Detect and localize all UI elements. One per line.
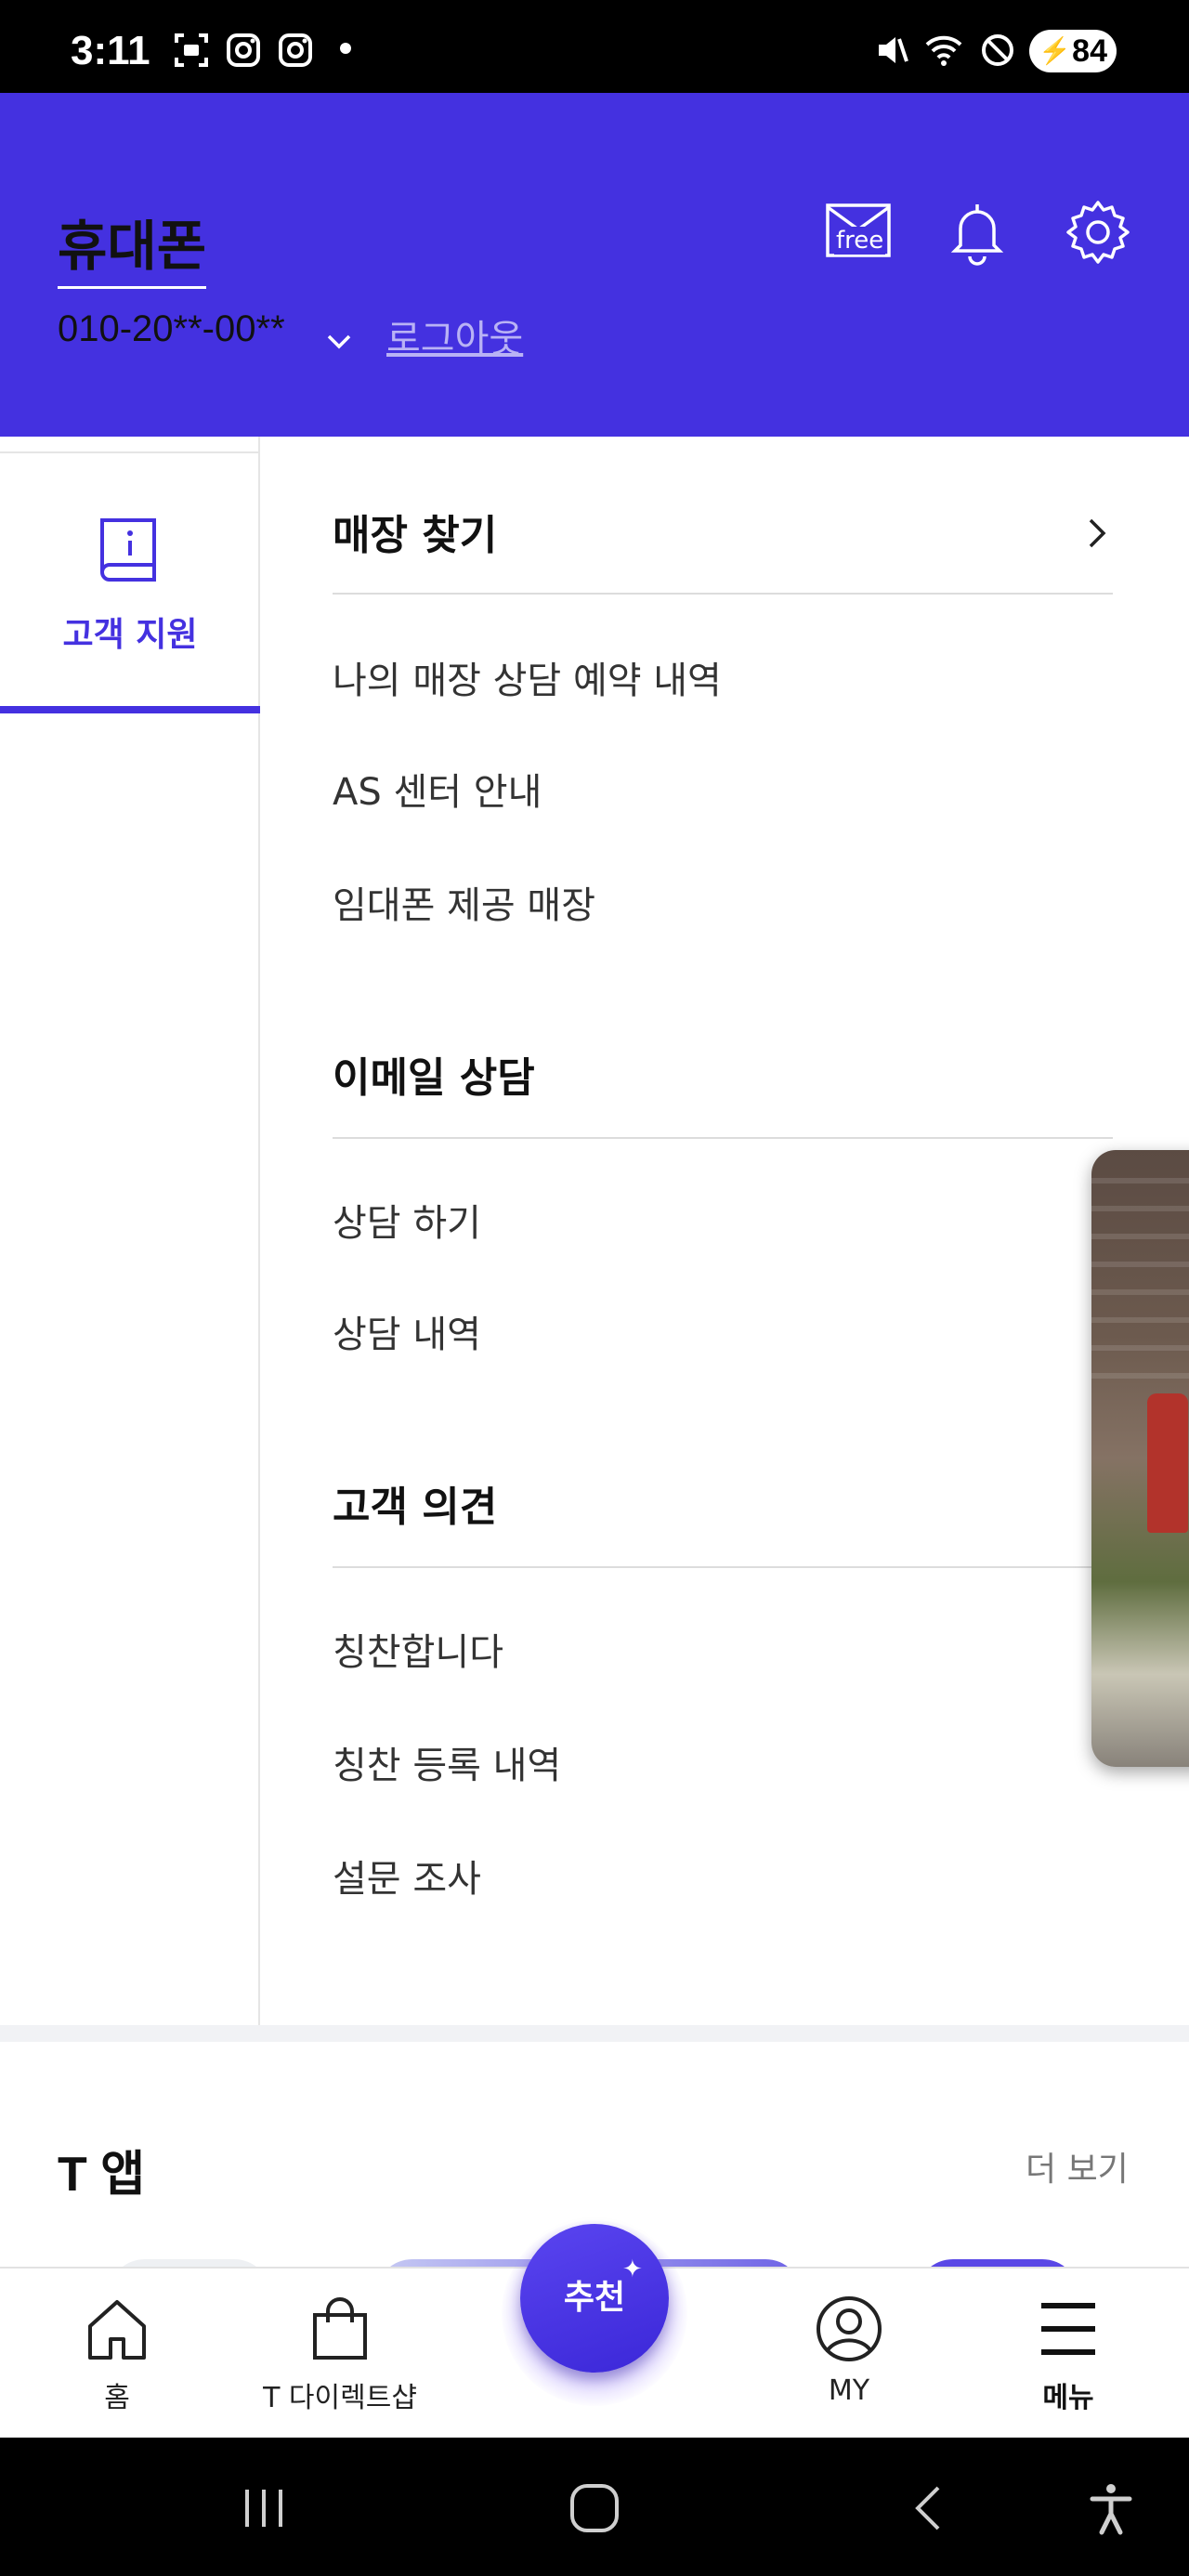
floating-video-thumbnail[interactable] xyxy=(1091,1150,1189,1767)
chevron-down-icon[interactable] xyxy=(323,325,355,357)
menu-item-as-center[interactable]: AS 센터 안내 xyxy=(333,762,542,816)
nav-my-label: MY xyxy=(828,2374,870,2407)
section-title-email-consultation: 이메일 상담 xyxy=(333,1054,535,1102)
sidebar-item-label: 고객 지원 xyxy=(62,616,198,654)
hamburger-menu-icon xyxy=(1041,2303,1095,2355)
section-spacer xyxy=(0,2025,1189,2042)
t-app-title: T 앱 xyxy=(58,2148,146,2202)
home-button-icon[interactable] xyxy=(567,2480,622,2536)
menu-item-compliment[interactable]: 칭찬합니다 xyxy=(333,1622,503,1676)
section-title-customer-feedback: 고객 의견 xyxy=(333,1484,498,1531)
sidebar-item-customer-support[interactable]: 고객 지원 xyxy=(0,483,260,713)
section-divider xyxy=(333,1137,1113,1139)
nav-home[interactable]: 홈 xyxy=(24,2295,210,2415)
book-info-icon xyxy=(100,518,156,582)
menu-item-loaner-phone-stores[interactable]: 임대폰 제공 매장 xyxy=(333,875,595,929)
page-title[interactable]: 휴대폰 xyxy=(58,203,207,289)
section-title-store-finder[interactable]: 매장 찾기 xyxy=(333,502,497,561)
nav-direct-shop-label: T 다이렉트샵 xyxy=(263,2382,417,2414)
gear-icon[interactable] xyxy=(1063,197,1133,268)
t-app-more-link[interactable]: 더 보기 xyxy=(1026,2142,1129,2190)
back-icon[interactable] xyxy=(901,2480,957,2536)
user-profile-icon xyxy=(817,2296,882,2361)
wifi-icon xyxy=(925,35,962,66)
nav-menu[interactable]: 메뉴 xyxy=(975,2295,1161,2415)
section-divider xyxy=(333,1566,1113,1568)
section-divider xyxy=(333,593,1113,595)
instagram-icon xyxy=(227,33,260,67)
accessibility-icon[interactable] xyxy=(1083,2480,1139,2536)
menu-item-compliment-history[interactable]: 칭찬 등록 내역 xyxy=(333,1735,561,1789)
recent-apps-icon[interactable] xyxy=(236,2480,292,2536)
chevron-right-icon[interactable] xyxy=(1081,513,1113,554)
mail-free-label: free xyxy=(834,227,886,255)
nav-recommend-label: 추천 xyxy=(563,2279,626,2317)
instagram-icon xyxy=(279,33,312,67)
nav-home-label: 홈 xyxy=(104,2382,130,2414)
battery-indicator: ⚡ 84 xyxy=(1029,30,1117,72)
menu-item-consultation-history[interactable]: 상담 내역 xyxy=(333,1304,481,1358)
menu-item-start-consultation[interactable]: 상담 하기 xyxy=(333,1193,481,1247)
screenshot-icon xyxy=(175,33,208,67)
menu-item-survey[interactable]: 설문 조사 xyxy=(333,1849,481,1903)
nav-direct-shop[interactable]: T 다이렉트샵 xyxy=(247,2295,433,2415)
charging-icon: ⚡ xyxy=(1039,36,1071,65)
do-not-disturb-icon xyxy=(982,34,1013,66)
bell-icon[interactable] xyxy=(942,197,1013,268)
mail-free-button[interactable]: free xyxy=(825,203,892,258)
mute-icon xyxy=(879,37,908,63)
sparkle-icon: ✦ xyxy=(622,2256,643,2283)
nav-my[interactable]: MY xyxy=(756,2295,942,2407)
logout-link[interactable]: 로그아웃 xyxy=(386,308,523,362)
battery-level: 84 xyxy=(1072,33,1107,69)
sidebar-divider xyxy=(0,437,258,453)
status-time: 3:11 xyxy=(71,28,150,73)
active-indicator xyxy=(0,706,260,713)
phone-number-selector[interactable]: 010-20**-00** xyxy=(58,308,285,350)
nav-recommend-button[interactable]: 추천 ✦ xyxy=(520,2224,669,2373)
shopping-bag-icon xyxy=(313,2297,367,2360)
notification-dot-icon xyxy=(340,43,351,54)
menu-item-my-store-reservations[interactable]: 나의 매장 상담 예약 내역 xyxy=(333,650,722,704)
nav-menu-label: 메뉴 xyxy=(1042,2382,1094,2414)
status-bar: 3:11 ⚡ 84 xyxy=(0,0,1189,93)
home-icon xyxy=(88,2300,146,2360)
